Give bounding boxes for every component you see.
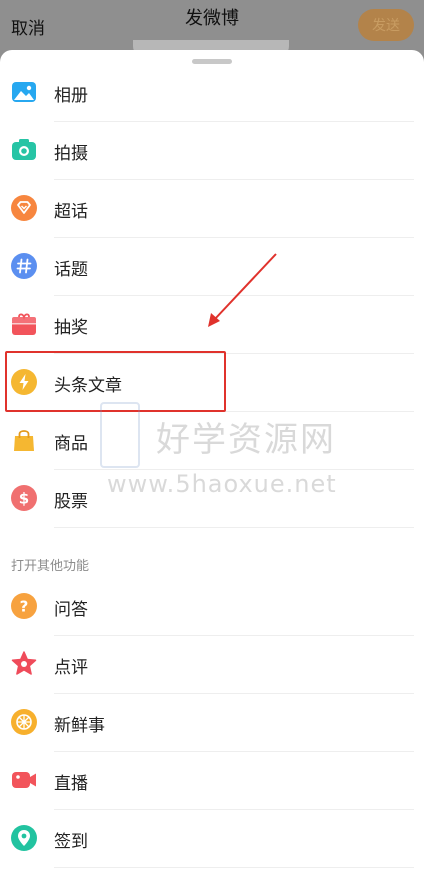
menu-item-label: 商品 (54, 434, 88, 454)
menu-item-live[interactable]: 直播 (0, 752, 424, 810)
menu-item-lottery[interactable]: 抽奖 (0, 296, 424, 354)
menu-item-label: 相册 (54, 86, 88, 106)
menu-item-news[interactable]: 新鲜事 (0, 694, 424, 752)
divider (54, 527, 414, 528)
menu-item-label: 拍摄 (54, 144, 88, 164)
menu-item-super-topic[interactable]: 超话 (0, 180, 424, 238)
gift-icon (10, 310, 38, 338)
menu-item-label: 问答 (54, 600, 88, 620)
menu-item-label: 话题 (54, 260, 88, 280)
menu-item-label: 签到 (54, 832, 88, 852)
video-camera-icon (10, 766, 38, 794)
menu-item-photo-album[interactable]: 相册 (0, 64, 424, 122)
top-bar: 取消 发微博 发送 (0, 0, 424, 58)
svg-text:?: ? (20, 598, 29, 616)
menu-item-qa[interactable]: ? 问答 (0, 578, 424, 636)
orange-slice-icon (10, 708, 38, 736)
divider (54, 867, 414, 868)
menu-item-label: 直播 (54, 774, 88, 794)
menu-item-hashtag[interactable]: 话题 (0, 238, 424, 296)
menu-item-label: 超话 (54, 202, 88, 222)
watermark-logo (100, 402, 140, 468)
shopping-bag-icon (10, 426, 38, 454)
section-title-other-features: 打开其他功能 (11, 559, 90, 574)
menu-item-review[interactable]: 点评 (0, 636, 424, 694)
hashtag-icon (10, 252, 38, 280)
menu-item-label: 抽奖 (54, 318, 88, 338)
send-button[interactable]: 发送 (358, 9, 414, 41)
menu-item-check-in[interactable]: 签到 (0, 810, 424, 868)
camera-icon (10, 136, 38, 164)
dollar-icon: $ (10, 484, 38, 512)
menu-item-camera[interactable]: 拍摄 (0, 122, 424, 180)
menu-item-label: 点评 (54, 658, 88, 678)
location-pin-icon (10, 824, 38, 852)
menu-item-label: 股票 (54, 492, 88, 512)
watermark-url: www.5haoxue.net (107, 470, 337, 498)
compose-options-sheet: 相册 拍摄 超话 话题 抽奖 头条文章 商品 $ 股票 打开其他功能 ? 问答 … (0, 50, 424, 877)
super-topic-icon (10, 194, 38, 222)
question-icon: ? (10, 592, 38, 620)
watermark-text: 好学资源网 (156, 420, 336, 460)
menu-item-label: 新鲜事 (54, 716, 105, 736)
svg-text:$: $ (19, 490, 29, 508)
star-icon (10, 650, 38, 678)
photo-album-icon (10, 78, 38, 106)
